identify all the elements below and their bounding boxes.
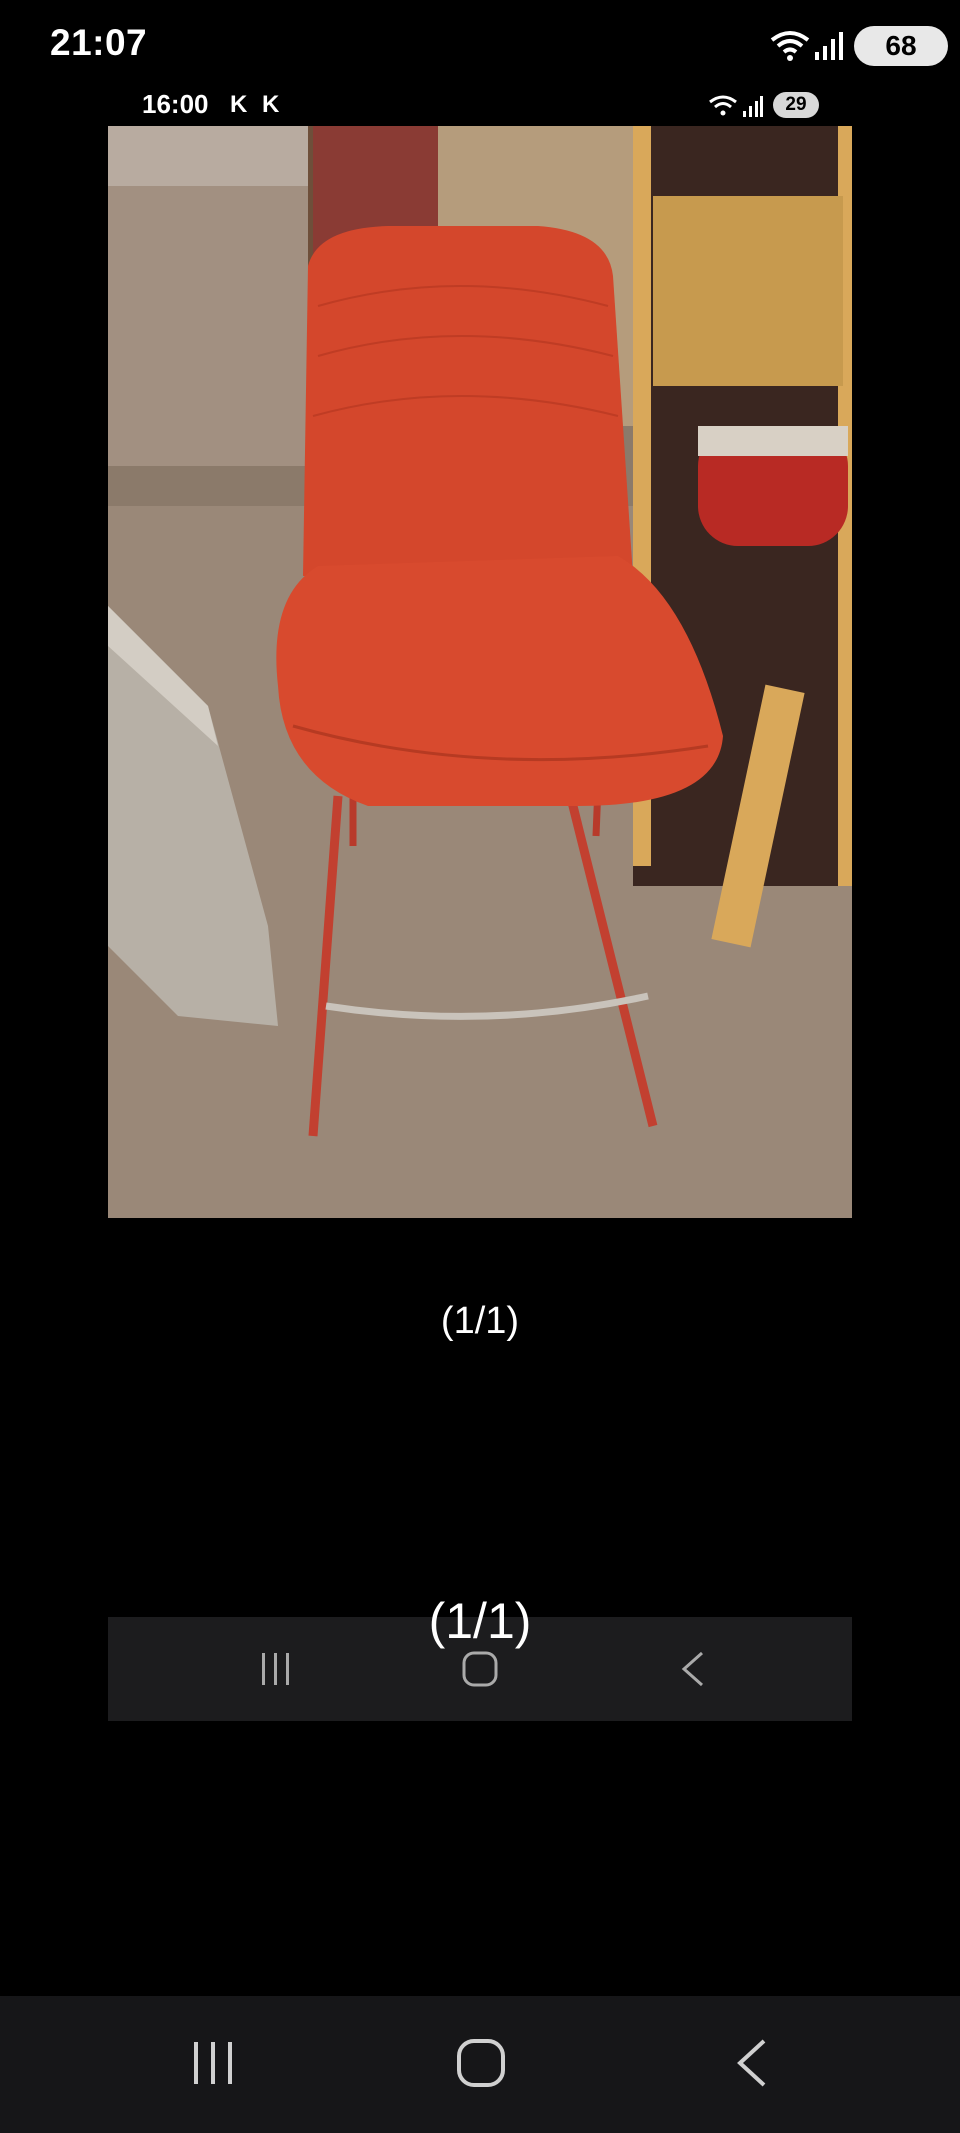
battery-indicator: 68 — [854, 26, 948, 66]
chair-photo-illustration — [108, 126, 852, 1218]
image-counter: (1/1) — [440, 1300, 520, 1342]
status-time: 21:07 — [50, 22, 148, 63]
status-bar: 21:07 68 — [0, 0, 960, 92]
listing-photo[interactable] — [108, 126, 852, 1218]
inner-battery-indicator: 29 — [773, 92, 819, 118]
inner-notification-icon: K — [230, 91, 248, 118]
inner-status-time: 16:00 — [142, 89, 209, 119]
inner-notification-icon: K — [262, 91, 280, 118]
recents-icon — [262, 1653, 289, 1685]
signal-icon — [815, 32, 843, 60]
recents-icon[interactable] — [190, 2040, 236, 2086]
image-counter-overlay: (1/1) — [428, 1593, 532, 1649]
back-icon[interactable] — [732, 2038, 772, 2088]
signal-icon — [743, 96, 763, 117]
wifi-icon — [770, 31, 810, 61]
back-icon — [681, 1651, 703, 1687]
system-navigation-bar — [0, 1996, 960, 2133]
wifi-icon — [709, 95, 737, 116]
home-icon — [462, 1651, 498, 1687]
home-icon[interactable] — [456, 2038, 506, 2088]
